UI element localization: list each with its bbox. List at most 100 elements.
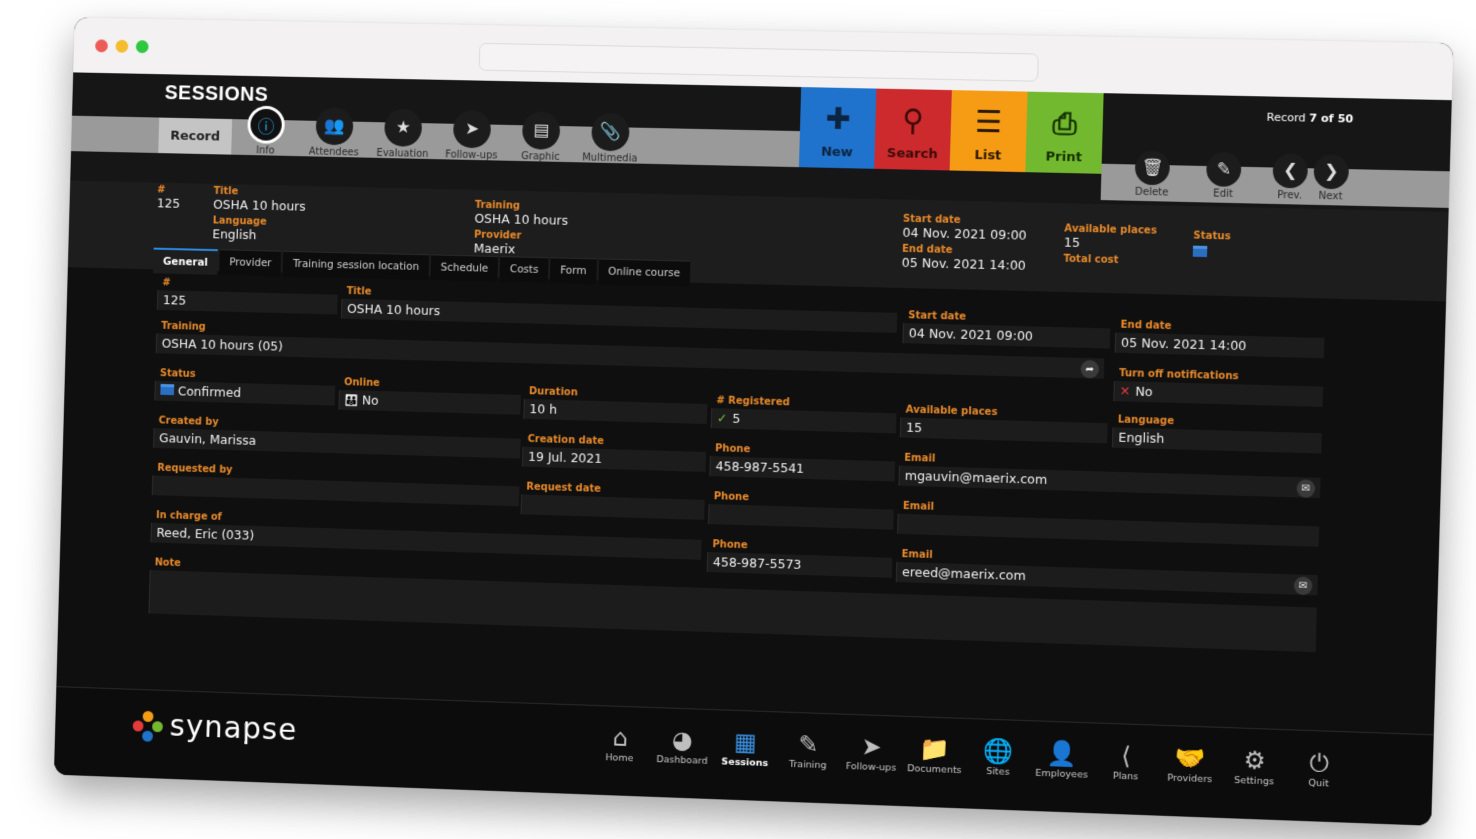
next-label: Next: [1318, 190, 1343, 203]
new-label: New: [820, 144, 854, 161]
close-window-button[interactable]: [95, 39, 108, 53]
nav-label: Sessions: [721, 756, 769, 770]
nav-providers[interactable]: 🤝 Providers: [1157, 742, 1222, 786]
main-nav: ⌂ Home ◕ Dashboard ▦ Sessions ✎ Training ➤ Fo…: [588, 722, 1352, 791]
available-places-input[interactable]: 15: [899, 417, 1108, 444]
next-button[interactable]: ❯ Next: [1300, 154, 1363, 203]
created-phone-input[interactable]: 458-987-5541: [709, 456, 896, 482]
gear-icon: ⚙: [1243, 745, 1267, 776]
notifications-value: No: [1135, 383, 1153, 400]
summary-training: Training OSHA 10 hours: [474, 200, 568, 228]
field-language: Language English: [1111, 414, 1322, 454]
number-input[interactable]: 125: [156, 290, 338, 315]
field-turn-off-notifications: Turn off notifications ✕ No: [1113, 368, 1324, 407]
browser-window: SESSIONS Record ⓘ Info 👥 Attendees ★ Eva…: [53, 17, 1454, 826]
brand-name: synapse: [169, 708, 298, 748]
attendees-icon: 👥: [315, 107, 354, 146]
nav-home[interactable]: ⌂ Home: [588, 722, 652, 765]
nav-label: Follow-ups: [845, 760, 897, 774]
record-counter: Record 7 of 50: [1267, 111, 1354, 126]
tool-multimedia[interactable]: 📎 Multimedia: [575, 112, 646, 165]
online-toggle[interactable]: 👪 No: [338, 389, 521, 415]
value: OSHA 10 hours: [213, 196, 306, 214]
field-status: Status Confirmed: [154, 368, 336, 406]
nav-dashboard[interactable]: ◕ Dashboard: [651, 724, 715, 767]
field-created-phone: Phone 458-987-5541: [709, 443, 896, 482]
nav-plans[interactable]: ⟨ Plans: [1093, 740, 1158, 784]
list-icon: ☰: [974, 104, 1003, 141]
list-button[interactable]: ☰ List: [949, 90, 1028, 173]
in-charge-phone-input[interactable]: 458-987-5573: [706, 551, 893, 578]
tool-label: Attendees: [308, 146, 359, 159]
record-counter-prefix: Record: [1266, 110, 1310, 125]
field-requested-email: Email: [897, 501, 1320, 547]
nav-label: Providers: [1167, 772, 1213, 786]
delete-button[interactable]: 🗑 Delete: [1121, 150, 1183, 199]
power-icon: ⏻: [1309, 748, 1330, 778]
requested-phone-input[interactable]: [708, 504, 894, 530]
summary-number: # 125: [157, 185, 181, 211]
record-counter-value: 7 of 50: [1309, 111, 1354, 126]
status-select[interactable]: Confirmed: [154, 380, 336, 406]
created-email-value: mgauvin@maerix.com: [904, 467, 1048, 488]
nav-sites[interactable]: 🌐 Sites: [966, 735, 1031, 779]
duration-input[interactable]: 10 h: [523, 398, 708, 425]
print-button[interactable]: ⎙ Print: [1025, 91, 1104, 174]
summary-provider: Provider Maerix: [473, 230, 521, 257]
creation-date-input[interactable]: 19 Jul. 2021: [521, 446, 707, 472]
online-value: No: [361, 392, 379, 408]
paperclip-icon: 📎: [591, 112, 630, 152]
end-date-input[interactable]: 05 Nov. 2021 14:00: [1114, 332, 1325, 359]
field-title: Title OSHA 10 hours: [340, 286, 898, 333]
nav-training[interactable]: ✎ Training: [776, 728, 840, 771]
tool-info[interactable]: ⓘ Info: [231, 105, 301, 157]
record-tab[interactable]: Record: [158, 117, 233, 155]
minimize-window-button[interactable]: [115, 39, 129, 53]
field-end-date: End date 05 Nov. 2021 14:00: [1114, 319, 1325, 359]
nav-quit[interactable]: ⏻ Quit: [1286, 746, 1352, 790]
tool-follow-ups[interactable]: ➤ Follow-ups: [437, 109, 507, 162]
value: 125: [156, 195, 181, 211]
share-nodes-icon: ⟨: [1121, 741, 1132, 771]
delete-label: Delete: [1134, 186, 1169, 199]
nav-label: Settings: [1233, 774, 1275, 788]
tool-graphic[interactable]: ▤ Graphic: [506, 111, 577, 163]
new-button[interactable]: ✚ New: [798, 87, 877, 169]
paper-plane-icon: ➤: [452, 109, 492, 149]
request-date-input[interactable]: [520, 494, 705, 520]
list-label: List: [974, 147, 1002, 164]
nav-label: Training: [788, 758, 827, 772]
tool-attendees[interactable]: 👥 Attendees: [299, 107, 369, 159]
status-value: Confirmed: [177, 383, 242, 400]
edit-button[interactable]: ✎ Edit: [1192, 151, 1255, 201]
search-button[interactable]: ⚲ Search: [874, 88, 952, 171]
language-select[interactable]: English: [1111, 427, 1322, 454]
field-duration: Duration 10 h: [523, 386, 708, 425]
summary-total-cost: Total cost: [1063, 254, 1118, 266]
value: English: [212, 226, 257, 243]
nav-sessions[interactable]: ▦ Sessions: [713, 726, 777, 769]
tool-label: Evaluation: [376, 147, 429, 160]
nav-settings[interactable]: ⚙ Settings: [1222, 744, 1288, 788]
summary-status: Status: [1192, 230, 1231, 261]
nav-employees[interactable]: 👤 Employees: [1030, 737, 1095, 781]
summary-title: Title OSHA 10 hours: [213, 186, 306, 214]
tool-evaluation[interactable]: ★ Evaluation: [368, 108, 438, 160]
maximize-window-button[interactable]: [135, 40, 149, 54]
nav-documents[interactable]: 📁 Documents: [902, 733, 967, 776]
nav-follow-ups[interactable]: ➤ Follow-ups: [839, 731, 903, 774]
address-bar[interactable]: [478, 42, 1039, 82]
synapse-logo: synapse: [132, 708, 298, 748]
send-email-icon[interactable]: ✉: [1296, 479, 1316, 498]
value: OSHA 10 hours: [474, 210, 569, 228]
registered-value: 5: [732, 410, 741, 426]
chart-icon: ▤: [521, 111, 561, 150]
tool-label: Graphic: [521, 151, 560, 163]
tool-label: Info: [256, 145, 275, 157]
calendar-icon: ▦: [733, 727, 758, 757]
send-email-icon[interactable]: ✉: [1293, 576, 1313, 596]
turn-off-notifications-toggle[interactable]: ✕ No: [1113, 380, 1324, 407]
open-training-link-button[interactable]: ➦: [1080, 359, 1100, 379]
tool-label: Follow-ups: [445, 149, 498, 162]
field-in-charge-of: In charge of Reed, Eric (033): [150, 510, 702, 560]
